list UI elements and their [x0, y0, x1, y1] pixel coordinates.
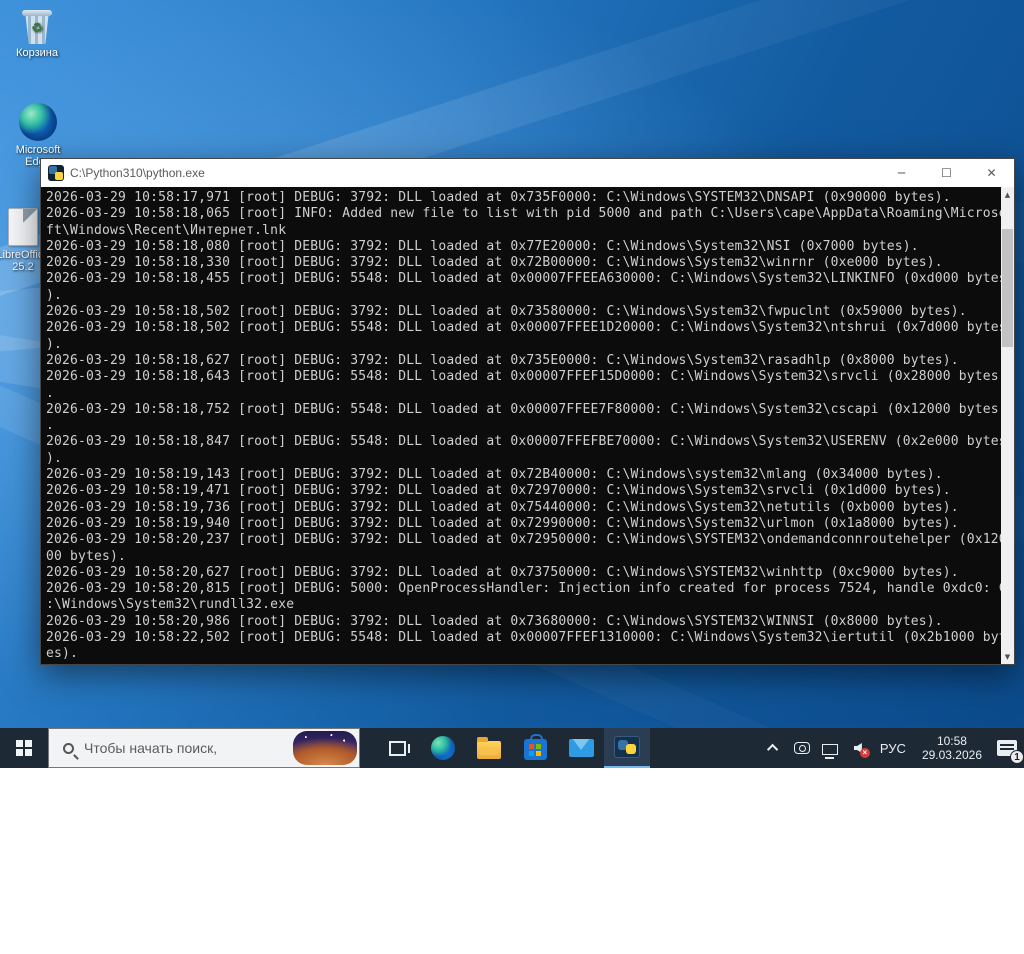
chevron-up-icon — [767, 744, 778, 755]
console-line: 2026-03-29 10:58:18,502 [root] DEBUG: 55… — [46, 320, 1001, 336]
console-line: . — [46, 386, 1001, 402]
taskbar-item-file-explorer[interactable] — [466, 728, 512, 768]
console-line: 2026-03-29 10:58:18,065 [root] INFO: Add… — [46, 206, 1001, 222]
console-line: 2026-03-29 10:58:22,502 [root] DEBUG: 55… — [46, 630, 1001, 646]
taskbar-item-mail[interactable] — [558, 728, 604, 768]
console-line: ). — [46, 288, 1001, 304]
console-line: 2026-03-29 10:58:19,143 [root] DEBUG: 37… — [46, 467, 1001, 483]
console-line: 2026-03-29 10:58:18,847 [root] DEBUG: 55… — [46, 434, 1001, 450]
desktop-icon-recycle-bin[interactable]: ♻ Корзина — [0, 10, 74, 59]
window-titlebar[interactable]: C:\Python310\python.exe ─ ☐ ✕ — [41, 159, 1014, 187]
window-title: C:\Python310\python.exe — [70, 166, 879, 180]
console-line: 2026-03-29 10:58:20,815 [root] DEBUG: 50… — [46, 581, 1001, 597]
notification-count-badge: 1 — [1010, 750, 1024, 764]
file-explorer-icon — [477, 741, 501, 759]
taskbar-item-edge[interactable] — [420, 728, 466, 768]
console-line: 2026-03-29 10:58:18,627 [root] DEBUG: 37… — [46, 353, 1001, 369]
recycle-bin-icon: ♻ — [0, 10, 74, 44]
console-line: 2026-03-29 10:58:19,471 [root] DEBUG: 37… — [46, 483, 1001, 499]
microsoft-store-icon — [524, 739, 547, 760]
console-line: 2026-03-29 10:58:18,502 [root] DEBUG: 37… — [46, 304, 1001, 320]
edge-icon — [19, 103, 57, 141]
console-line: es). — [46, 646, 1001, 662]
maximize-button[interactable]: ☐ — [924, 159, 969, 187]
console-line: ). — [46, 337, 1001, 353]
scroll-up-arrow-icon[interactable]: ▲ — [1001, 187, 1014, 202]
console-output[interactable]: 2026-03-29 10:58:17,971 [root] DEBUG: 37… — [41, 187, 1001, 664]
taskbar-clock[interactable]: 10:58 29.03.2026 — [914, 734, 990, 762]
console-line: 2026-03-29 10:58:18,330 [root] DEBUG: 37… — [46, 255, 1001, 271]
document-icon — [8, 208, 38, 246]
vertical-scrollbar[interactable]: ▲ ▼ — [1001, 187, 1014, 664]
search-placeholder: Чтобы начать поиск, — [84, 740, 217, 756]
search-highlight-image[interactable] — [293, 731, 357, 765]
console-line: 2026-03-29 10:58:18,080 [root] DEBUG: 37… — [46, 239, 1001, 255]
console-line: 2026-03-29 10:58:18,752 [root] DEBUG: 55… — [46, 402, 1001, 418]
console-line: 2026-03-29 10:58:18,643 [root] DEBUG: 55… — [46, 369, 1001, 385]
scrollbar-thumb[interactable] — [1002, 229, 1013, 347]
taskbar: Чтобы начать поиск, × РУС 10:58 — [0, 728, 1024, 768]
tray-network[interactable] — [816, 728, 844, 768]
minimize-button[interactable]: ─ — [879, 159, 924, 187]
python-console-icon — [614, 736, 640, 758]
console-line: 2026-03-29 10:58:20,627 [root] DEBUG: 37… — [46, 565, 1001, 581]
console-line: ). — [46, 451, 1001, 467]
meet-now-icon — [794, 742, 810, 754]
desktop-icon-label: Корзина — [0, 47, 74, 59]
console-line: 2026-03-29 10:58:17,971 [root] DEBUG: 37… — [46, 190, 1001, 206]
python-app-icon — [48, 165, 64, 181]
tray-expand-button[interactable] — [760, 728, 788, 768]
search-input[interactable]: Чтобы начать поиск, — [48, 728, 360, 768]
scroll-down-arrow-icon[interactable]: ▼ — [1001, 649, 1014, 664]
task-view-button[interactable] — [374, 728, 420, 768]
tray-volume[interactable]: × — [844, 728, 872, 768]
taskbar-item-store[interactable] — [512, 728, 558, 768]
mail-icon — [569, 739, 594, 757]
close-button[interactable]: ✕ — [969, 159, 1014, 187]
search-icon — [63, 743, 74, 754]
taskbar-item-python-console[interactable] — [604, 728, 650, 768]
console-line: 2026-03-29 10:58:19,736 [root] DEBUG: 37… — [46, 500, 1001, 516]
volume-muted-badge-icon: × — [860, 748, 870, 758]
tray-meet-now[interactable] — [788, 728, 816, 768]
clock-time: 10:58 — [922, 734, 982, 748]
task-view-icon — [389, 741, 406, 756]
language-indicator[interactable]: РУС — [872, 741, 914, 756]
console-line: . — [46, 418, 1001, 434]
console-line: 2026-03-29 10:58:19,940 [root] DEBUG: 37… — [46, 516, 1001, 532]
console-line: 2026-03-29 10:58:20,986 [root] DEBUG: 37… — [46, 614, 1001, 630]
console-line: :\Windows\System32\rundll32.exe — [46, 597, 1001, 613]
console-line: 2026-03-29 10:58:18,455 [root] DEBUG: 55… — [46, 271, 1001, 287]
clock-date: 29.03.2026 — [922, 748, 982, 762]
windows-logo-icon — [16, 740, 32, 756]
network-icon — [822, 744, 838, 755]
console-line: 2026-03-29 10:58:20,237 [root] DEBUG: 37… — [46, 532, 1001, 548]
action-center-button[interactable]: 1 — [990, 728, 1024, 768]
console-window: C:\Python310\python.exe ─ ☐ ✕ 2026-03-29… — [40, 158, 1015, 665]
console-line: 00 bytes). — [46, 549, 1001, 565]
start-button[interactable] — [0, 728, 48, 768]
console-line: ft\Windows\Recent\Интернет.lnk — [46, 223, 1001, 239]
edge-icon — [431, 736, 455, 760]
